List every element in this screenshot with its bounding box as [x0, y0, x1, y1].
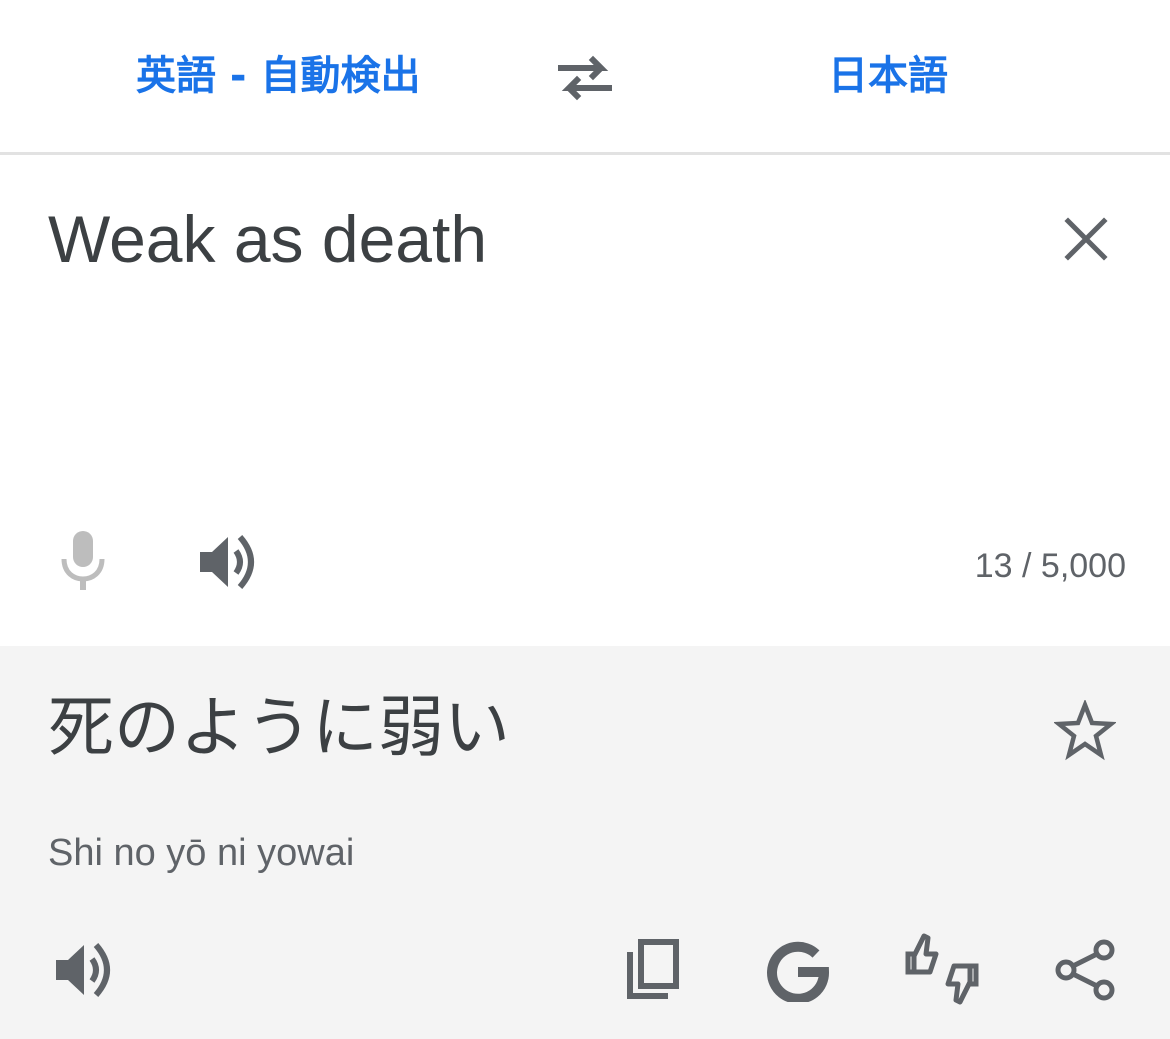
- google-icon: [767, 941, 830, 1002]
- microphone-button[interactable]: [56, 529, 112, 593]
- swap-icon: [558, 55, 612, 101]
- speaker-icon: [200, 535, 254, 589]
- share-button[interactable]: [1054, 938, 1118, 1002]
- swap-languages-button[interactable]: [553, 52, 617, 104]
- feedback-icon: [905, 933, 979, 1005]
- translation-text: 死のように弱い: [48, 689, 510, 766]
- clear-text-button[interactable]: [1060, 213, 1112, 265]
- save-translation-button[interactable]: [1054, 700, 1116, 762]
- listen-source-button[interactable]: [196, 533, 260, 591]
- romanization-text: Shi no yō ni yowai: [48, 832, 355, 874]
- target-language-button[interactable]: 日本語: [828, 48, 948, 104]
- result-panel: 死のように弱い Shi no yō ni yowai: [0, 646, 1170, 1039]
- speaker-icon: [56, 943, 110, 997]
- copy-icon: [627, 939, 679, 999]
- feedback-button[interactable]: [902, 932, 982, 1006]
- source-language-button[interactable]: 英語 - 自動検出: [136, 48, 420, 104]
- mic-icon: [61, 531, 105, 590]
- star-icon: [1054, 700, 1116, 761]
- source-text-input[interactable]: Weak as death: [48, 199, 487, 279]
- close-icon: [1064, 217, 1108, 261]
- listen-translation-button[interactable]: [52, 940, 116, 1000]
- character-count: 13 / 5,000: [974, 547, 1126, 585]
- share-icon: [1055, 939, 1115, 1001]
- copy-translation-button[interactable]: [622, 938, 684, 1002]
- language-bar: 英語 - 自動検出 日本語: [0, 0, 1170, 155]
- input-panel: Weak as death 13 / 5,000: [0, 155, 1170, 646]
- google-search-button[interactable]: [766, 938, 830, 1002]
